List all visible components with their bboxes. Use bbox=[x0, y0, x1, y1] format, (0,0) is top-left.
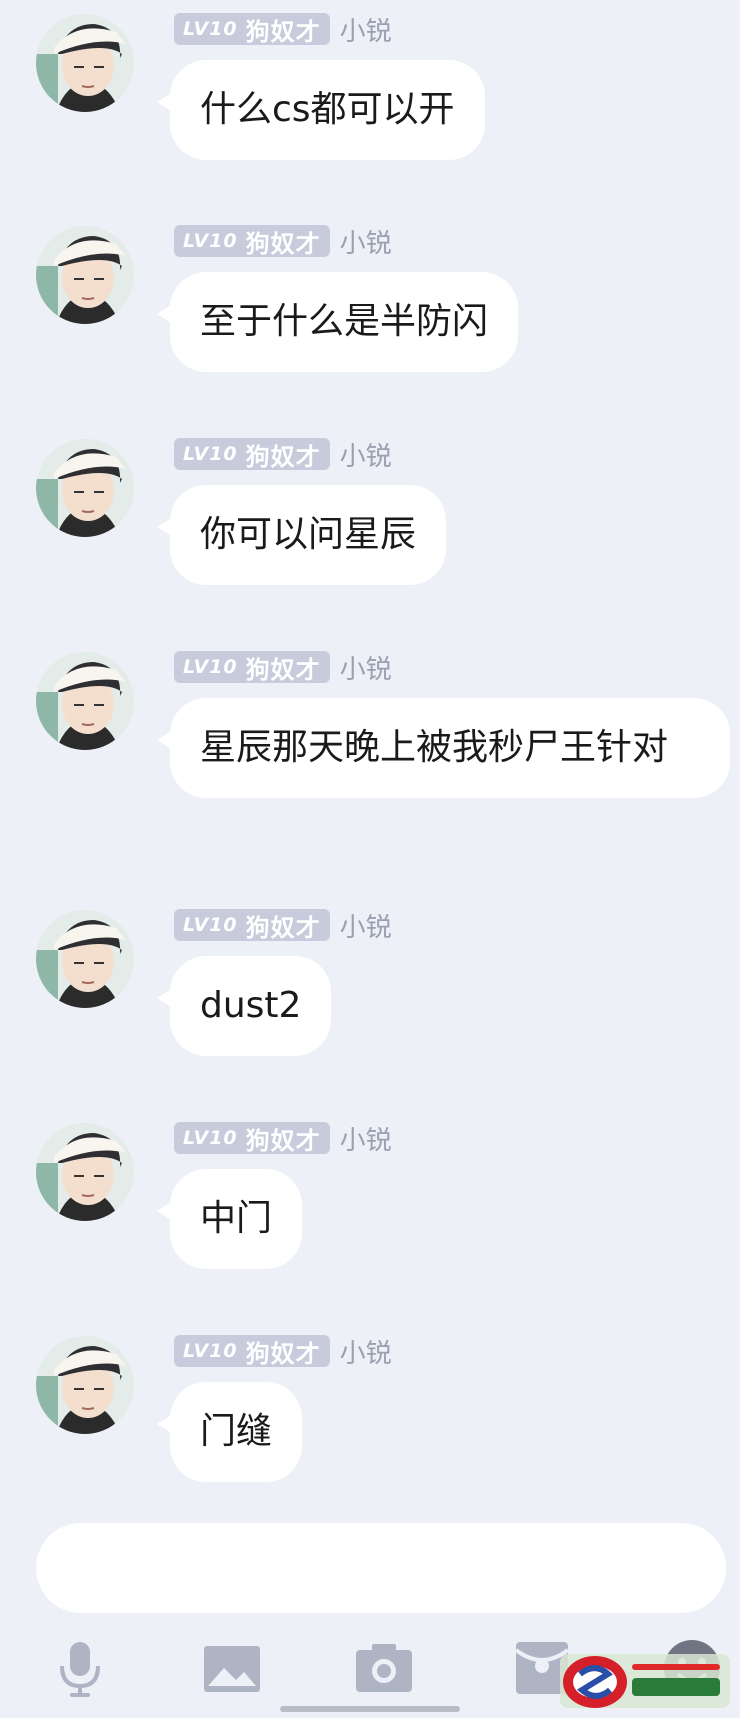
level-label: LV10 bbox=[183, 230, 238, 252]
level-label: LV10 bbox=[183, 914, 238, 936]
sender-meta: LV10 狗奴才 小锐 bbox=[174, 907, 392, 944]
message-input[interactable] bbox=[36, 1523, 726, 1613]
message-bubble[interactable]: 门缝 bbox=[156, 1382, 303, 1482]
member-title: 狗奴才 bbox=[245, 655, 321, 684]
level-badge: LV10 狗奴才 bbox=[174, 1335, 330, 1368]
member-title: 狗奴才 bbox=[245, 442, 321, 471]
sender-avatar[interactable] bbox=[36, 910, 134, 1008]
level-badge: LV10 狗奴才 bbox=[174, 651, 330, 684]
sender-nickname[interactable]: 小锐 bbox=[340, 11, 392, 48]
microphone-icon[interactable] bbox=[48, 1636, 112, 1700]
message-bubble[interactable]: 星辰那天晚上被我秒尸王针对 bbox=[157, 698, 730, 798]
message-row: LV10 狗奴才 小锐 你可以问星辰 bbox=[0, 425, 740, 595]
sender-nickname[interactable]: 小锐 bbox=[340, 907, 392, 944]
camera-icon[interactable] bbox=[352, 1636, 416, 1700]
message-row: LV10 狗奴才 小锐 门缝 bbox=[0, 1322, 740, 1492]
site-watermark-logo bbox=[550, 1648, 740, 1714]
member-title: 狗奴才 bbox=[245, 17, 321, 46]
member-title: 狗奴才 bbox=[245, 229, 321, 258]
sender-meta: LV10 狗奴才 小锐 bbox=[174, 649, 392, 686]
message-row: LV10 狗奴才 小锐 dust2 bbox=[0, 896, 740, 1066]
member-title: 狗奴才 bbox=[245, 913, 321, 942]
message-bubble[interactable]: 什么cs都可以开 bbox=[157, 60, 485, 160]
sender-avatar[interactable] bbox=[36, 1336, 134, 1434]
sender-avatar[interactable] bbox=[36, 439, 134, 537]
sender-meta: LV10 狗奴才 小锐 bbox=[174, 1333, 392, 1370]
sender-meta: LV10 狗奴才 小锐 bbox=[174, 1120, 392, 1157]
sender-avatar[interactable] bbox=[36, 652, 134, 750]
level-badge: LV10 狗奴才 bbox=[174, 1122, 330, 1155]
level-label: LV10 bbox=[183, 1340, 238, 1362]
message-bubble[interactable]: 至于什么是半防闪 bbox=[156, 272, 519, 372]
level-label: LV10 bbox=[183, 443, 238, 465]
member-title: 狗奴才 bbox=[245, 1339, 321, 1368]
message-row: LV10 狗奴才 小锐 星辰那天晚上被我秒尸王针对 bbox=[0, 638, 740, 863]
image-icon[interactable] bbox=[200, 1636, 264, 1700]
message-bubble[interactable]: 你可以问星辰 bbox=[156, 485, 447, 585]
message-row: LV10 狗奴才 小锐 至于什么是半防闪 bbox=[0, 212, 740, 382]
sender-meta: LV10 狗奴才 小锐 bbox=[174, 436, 392, 473]
sender-nickname[interactable]: 小锐 bbox=[340, 223, 392, 260]
home-indicator[interactable] bbox=[280, 1706, 460, 1712]
sender-nickname[interactable]: 小锐 bbox=[340, 1120, 392, 1157]
member-title: 狗奴才 bbox=[245, 1126, 321, 1155]
level-badge: LV10 狗奴才 bbox=[174, 438, 330, 471]
sender-nickname[interactable]: 小锐 bbox=[340, 1333, 392, 1370]
level-label: LV10 bbox=[183, 656, 238, 678]
level-badge: LV10 狗奴才 bbox=[174, 909, 330, 942]
sender-avatar[interactable] bbox=[36, 14, 134, 112]
level-label: LV10 bbox=[183, 1127, 238, 1149]
level-badge: LV10 狗奴才 bbox=[174, 13, 330, 46]
sender-avatar[interactable] bbox=[36, 226, 134, 324]
sender-nickname[interactable]: 小锐 bbox=[340, 649, 392, 686]
sender-meta: LV10 狗奴才 小锐 bbox=[174, 223, 392, 260]
sender-avatar[interactable] bbox=[36, 1123, 134, 1221]
message-bubble[interactable]: 中门 bbox=[156, 1169, 303, 1269]
message-row: LV10 狗奴才 小锐 什么cs都可以开 bbox=[0, 0, 740, 170]
message-bubble[interactable]: dust2 bbox=[156, 956, 332, 1056]
sender-nickname[interactable]: 小锐 bbox=[340, 436, 392, 473]
sender-meta: LV10 狗奴才 小锐 bbox=[174, 11, 392, 48]
message-row: LV10 狗奴才 小锐 中门 bbox=[0, 1109, 740, 1279]
level-label: LV10 bbox=[183, 18, 238, 40]
level-badge: LV10 狗奴才 bbox=[174, 225, 330, 258]
